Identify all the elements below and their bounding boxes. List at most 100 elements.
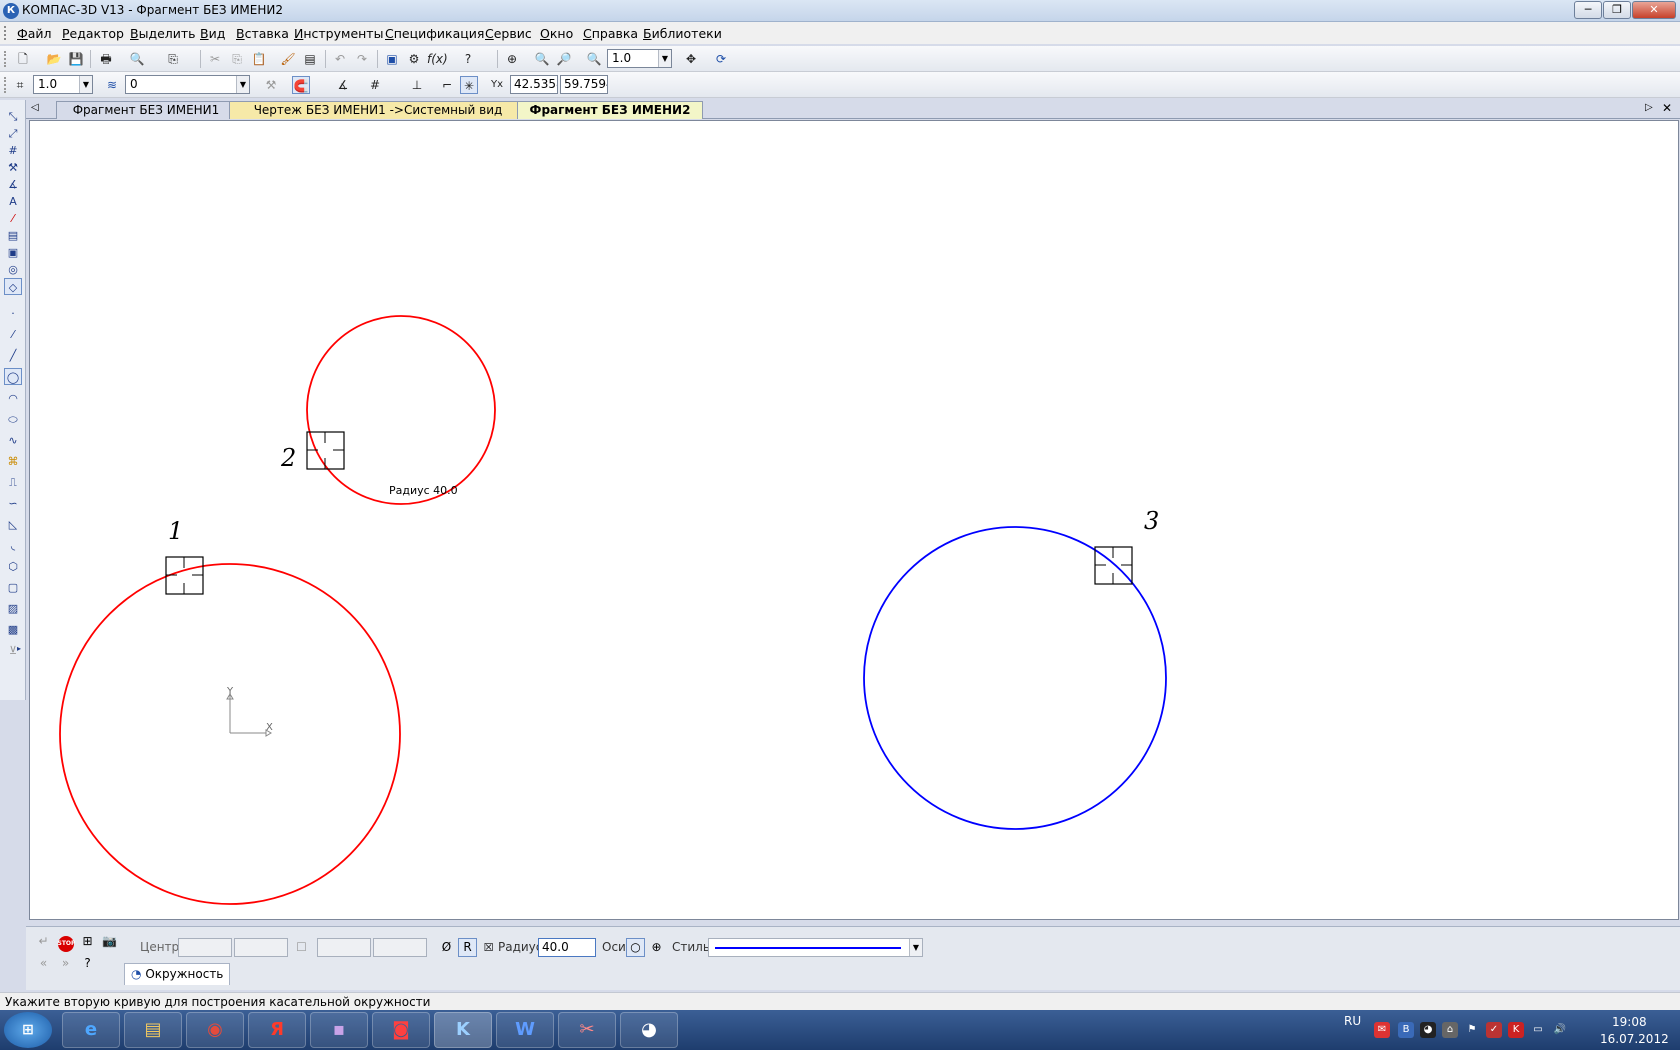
point-x-field[interactable]: [317, 938, 371, 957]
layer-combo[interactable]: 0 ▼: [125, 75, 250, 94]
clock-date[interactable]: 16.07.2012: [1600, 1032, 1669, 1046]
menu-insert[interactable]: Вставка: [236, 26, 289, 41]
tabs-scroll-right-icon[interactable]: ▷: [1645, 102, 1653, 113]
explorer-taskbar-icon[interactable]: ▤: [124, 1012, 182, 1048]
kompas-app-icon[interactable]: К: [3, 3, 19, 19]
save-icon[interactable]: 💾: [67, 50, 85, 68]
close-button[interactable]: ✕: [1632, 1, 1676, 19]
point-checkbox-icon[interactable]: ☐: [292, 938, 311, 957]
kompas-taskbar-icon[interactable]: K: [434, 1012, 492, 1048]
constraints-panel-icon[interactable]: ∡: [4, 176, 22, 193]
cursor-x-field[interactable]: 42.5358: [510, 75, 558, 94]
minimize-button[interactable]: ─: [1574, 1, 1602, 19]
menu-help[interactable]: Справка: [583, 26, 638, 41]
fill-icon[interactable]: ▩: [4, 621, 22, 638]
enter-object-icon[interactable]: ↵: [34, 932, 53, 951]
media-taskbar-icon[interactable]: ◙: [372, 1012, 430, 1048]
with-axes-icon[interactable]: ⊕: [647, 938, 666, 957]
print-preview-icon[interactable]: 🔍: [128, 50, 146, 68]
menu-editor[interactable]: Редактор: [62, 26, 124, 41]
properties-icon[interactable]: ▤: [301, 50, 319, 68]
scissors-taskbar-icon[interactable]: ✂: [558, 1012, 616, 1048]
ie-taskbar-icon[interactable]: e: [62, 1012, 120, 1048]
contour-icon[interactable]: ▢: [4, 579, 22, 596]
cursor-y-field[interactable]: 59.7594: [560, 75, 608, 94]
menu-service[interactable]: Сервис: [485, 26, 532, 41]
menu-window[interactable]: Окно: [540, 26, 573, 41]
radius-button[interactable]: R: [458, 938, 477, 957]
menu-view[interactable]: Вид: [200, 26, 225, 41]
undo-icon[interactable]: ↶: [331, 50, 349, 68]
no-axes-icon[interactable]: ○: [626, 938, 645, 957]
menu-tools[interactable]: Инструменты: [294, 26, 383, 41]
fillet-icon[interactable]: ◟: [4, 537, 22, 554]
auxiliary-line-icon[interactable]: ⁄: [4, 326, 22, 343]
chevron-down-icon[interactable]: ▼: [236, 76, 249, 93]
auto-create-icon[interactable]: ⊞: [78, 932, 97, 951]
point-y-field[interactable]: [373, 938, 427, 957]
red-circle-1[interactable]: [59, 563, 401, 905]
tab-circle-properties[interactable]: ◔ Окружность: [124, 963, 231, 985]
tab-fragment-2[interactable]: Фрагмент БЕЗ ИМЕНИ2: [517, 101, 703, 119]
radius-fix-icon[interactable]: ☒: [479, 938, 498, 957]
zoom-window-icon[interactable]: ⊕: [503, 50, 521, 68]
polyline-icon[interactable]: ⎍: [4, 474, 22, 491]
help-icon[interactable]: ?: [78, 954, 97, 973]
refresh-view-icon[interactable]: ⟳: [712, 50, 730, 68]
arc-icon[interactable]: ◠: [4, 390, 22, 407]
paste-icon[interactable]: 📋: [250, 50, 268, 68]
open-folder-icon[interactable]: 📂: [45, 50, 63, 68]
menu-specification[interactable]: Спецификация: [385, 26, 484, 41]
step-icon[interactable]: ⌗: [11, 76, 29, 94]
point-icon[interactable]: ·: [4, 305, 22, 322]
red-circle-2[interactable]: [306, 315, 496, 505]
menu-file[interactable]: Файл: [17, 26, 52, 41]
menu-select[interactable]: Выделить: [130, 26, 196, 41]
next-object-icon[interactable]: »: [56, 954, 75, 973]
dimensions-panel-icon[interactable]: ⤢: [4, 125, 22, 142]
polygon-icon[interactable]: ⬡: [4, 558, 22, 575]
clock-time[interactable]: 19:08: [1612, 1015, 1647, 1029]
chevron-down-icon[interactable]: ▼: [658, 50, 671, 67]
segment-icon[interactable]: ╱: [4, 347, 22, 364]
zoom-out-icon[interactable]: 🔎: [555, 50, 573, 68]
volume-icon[interactable]: 🔊: [1552, 1022, 1568, 1038]
ellipse-icon[interactable]: ⬭: [4, 411, 22, 428]
libraries-manager-icon[interactable]: ⚙: [405, 50, 423, 68]
tray-app-icon[interactable]: ✉: [1374, 1022, 1390, 1038]
bezier-icon[interactable]: ∽: [4, 495, 22, 512]
tray-kaspersky-icon[interactable]: K: [1508, 1022, 1524, 1038]
tab-fragment-1[interactable]: Фрагмент БЕЗ ИМЕНИ1: [56, 101, 236, 119]
edit-panel-icon[interactable]: ⚒: [4, 159, 22, 176]
language-indicator[interactable]: RU: [1344, 1014, 1361, 1028]
tray-vk-icon[interactable]: B: [1398, 1022, 1414, 1038]
fragment-panel-icon[interactable]: ◇: [4, 278, 22, 295]
chrome-taskbar-icon[interactable]: ◉: [186, 1012, 244, 1048]
ortho-icon[interactable]: ∡: [334, 76, 352, 94]
step-combo[interactable]: 1.0 ▼: [33, 75, 93, 94]
zoom-combo[interactable]: 1.0 ▼: [607, 49, 672, 68]
format-brush-icon[interactable]: 🖌: [279, 50, 297, 68]
center-x-field[interactable]: [178, 938, 232, 957]
zoom-in-icon[interactable]: 🔍: [533, 50, 551, 68]
grid-icon[interactable]: #: [366, 76, 384, 94]
geometry-panel-icon[interactable]: ⤡: [4, 108, 22, 125]
spec-panel-icon[interactable]: ▤: [4, 227, 22, 244]
layers-icon[interactable]: ≋: [103, 76, 121, 94]
tray-connection-icon[interactable]: ▭: [1530, 1022, 1546, 1038]
cut-icon[interactable]: ✂: [206, 50, 224, 68]
local-cs-icon[interactable]: ⊥: [408, 76, 426, 94]
hatch-icon[interactable]: ▨: [4, 600, 22, 617]
radius-field[interactable]: 40.0: [538, 938, 596, 957]
save-taskbar-icon[interactable]: ▪: [310, 1012, 368, 1048]
pan-icon[interactable]: ✥: [682, 50, 700, 68]
tab-drawing-1[interactable]: Чертеж БЕЗ ИМЕНИ1 ->Системный вид: [229, 101, 527, 119]
yandex-taskbar-icon[interactable]: Я: [248, 1012, 306, 1048]
menu-libraries[interactable]: Библиотеки: [643, 26, 722, 41]
copy-icon[interactable]: ⎘: [228, 50, 246, 68]
start-button[interactable]: ⊞: [4, 1012, 52, 1048]
maximize-button[interactable]: ❐: [1603, 1, 1631, 19]
messenger-taskbar-icon[interactable]: ◕: [620, 1012, 678, 1048]
tray-flag-icon[interactable]: ⚑: [1464, 1022, 1480, 1038]
select-panel-icon[interactable]: ⁄: [4, 210, 22, 227]
